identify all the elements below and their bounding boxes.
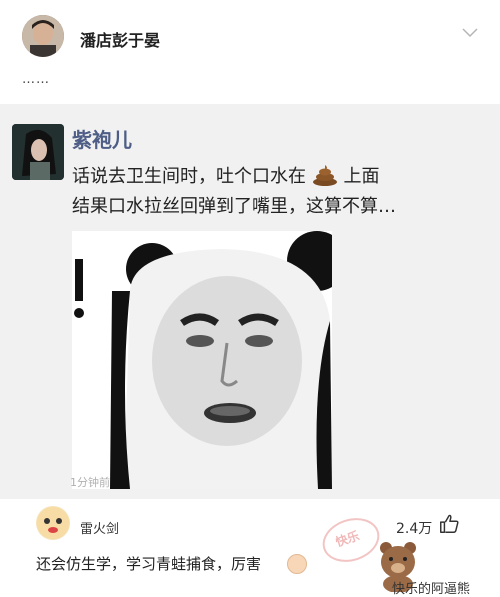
comment-text: 还会仿生学，学习青蛙捕食，厉害 xyxy=(36,555,262,573)
commenter-avatar[interactable] xyxy=(36,506,70,540)
like-count: 2.4万 xyxy=(396,521,433,537)
stamp-decoration: 快乐 xyxy=(316,511,386,569)
author-avatar[interactable] xyxy=(22,15,64,57)
panda-meme-image xyxy=(72,231,332,489)
quoted-avatar xyxy=(12,124,64,180)
post-header: 潘店彭于晏 …… xyxy=(0,0,500,104)
quoted-timestamp: 1分钟前 xyxy=(70,476,110,489)
poop-icon xyxy=(312,165,337,186)
quoted-screenshot: 紫袍儿 话说去卫生间时，吐个口水在 上面 结果口水拉丝回弹到了嘴里，这算不算… xyxy=(0,104,500,499)
watermark-text: 快乐的阿逼熊 xyxy=(392,582,471,597)
quoted-text-line-2: 结果口水拉丝回弹到了嘴里，这算不算… xyxy=(72,196,396,217)
quoted-user-name: 紫袍儿 xyxy=(72,128,132,152)
post-text: …… xyxy=(22,72,50,87)
smile-emoji-icon xyxy=(287,554,307,574)
chevron-down-icon[interactable] xyxy=(462,26,478,38)
commenter-name[interactable]: 雷火剑 xyxy=(80,518,119,537)
quoted-text-line-1: 话说去卫生间时，吐个口水在 上面 xyxy=(72,162,379,188)
quoted-text-line-1-end: 上面 xyxy=(343,166,380,187)
post-author-name[interactable]: 潘店彭于晏 xyxy=(80,27,160,51)
quoted-text-line-1-part: 话说去卫生间时，吐个口水在 xyxy=(72,166,306,187)
thumbs-up-icon[interactable] xyxy=(438,513,460,535)
